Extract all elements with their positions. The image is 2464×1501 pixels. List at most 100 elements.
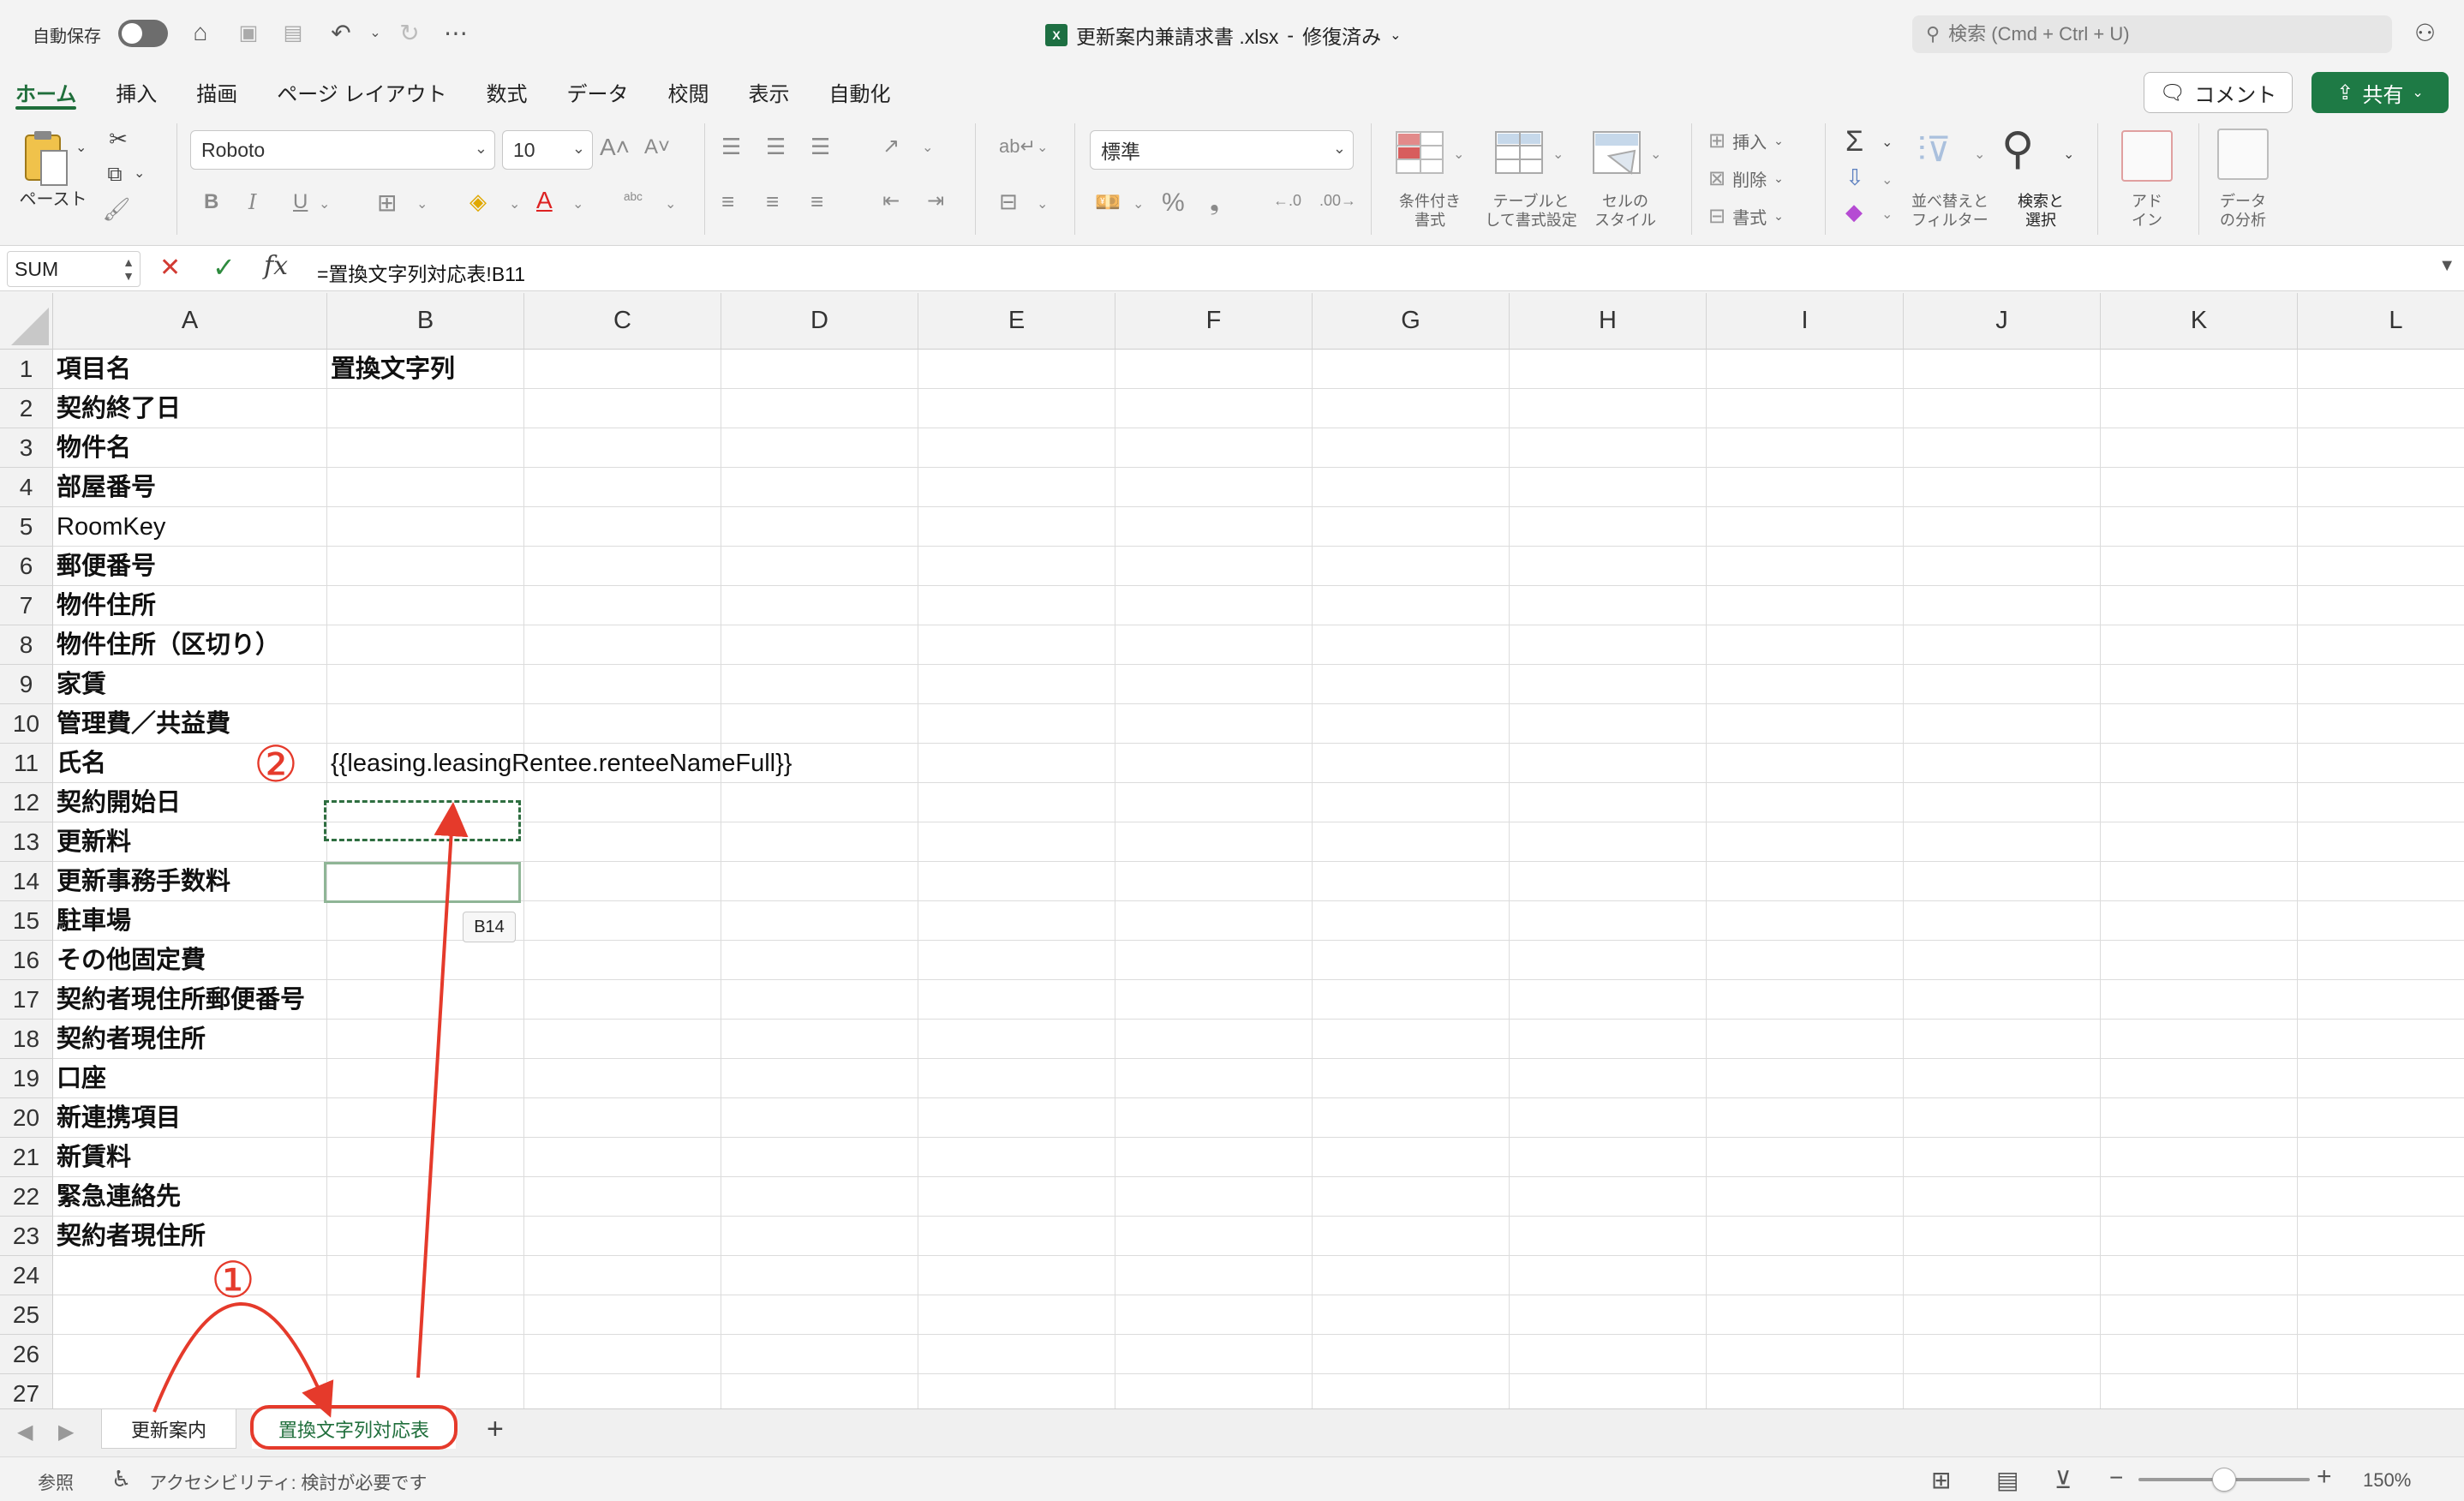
paste-dropdown-icon[interactable]: ⌄ [75,139,87,156]
cell-a3[interactable]: 物件名 [53,428,327,468]
row-header-5[interactable]: 5 [0,507,53,547]
font-name-dropdown[interactable]: Roboto ⌄ [190,130,495,170]
cell-e15[interactable] [918,901,1115,941]
accessibility-status[interactable]: アクセシビリティ: 検討が必要です [149,1469,427,1495]
cell-d27[interactable] [721,1374,918,1408]
cell-b5[interactable] [327,507,524,547]
cell-b13[interactable] [327,822,524,862]
cell-b12[interactable] [327,783,524,822]
document-title[interactable]: X 更新案内兼請求書 .xlsx - 修復済み ⌄ [1045,21,1401,50]
cell-g24[interactable] [1313,1256,1510,1295]
format-as-table-button[interactable] [1494,130,1547,186]
sort-dropdown-icon[interactable]: ⌄ [1974,146,1985,163]
row-header-13[interactable]: 13 [0,822,53,862]
cell-d4[interactable] [721,468,918,507]
cell-l14[interactable] [2298,862,2464,901]
cell-b3[interactable] [327,428,524,468]
cell-d10[interactable] [721,704,918,744]
cell-l26[interactable] [2298,1335,2464,1374]
cell-e1[interactable] [918,350,1115,389]
cell-k7[interactable] [2101,586,2298,625]
cell-f27[interactable] [1115,1374,1313,1408]
cell-l5[interactable] [2298,507,2464,547]
cell-a18[interactable]: 契約者現住所 [53,1020,327,1059]
cell-f24[interactable] [1115,1256,1313,1295]
cell-f17[interactable] [1115,980,1313,1020]
cell-b19[interactable] [327,1059,524,1098]
cell-a6[interactable]: 郵便番号 [53,547,327,586]
cell-g5[interactable] [1313,507,1510,547]
save-as-icon[interactable]: ▤ [276,15,310,50]
currency-icon[interactable]: 💴 [1095,190,1121,215]
column-header-l[interactable]: L [2298,293,2464,350]
cell-a27[interactable] [53,1374,327,1408]
cell-h21[interactable] [1510,1138,1707,1177]
row-header-7[interactable]: 7 [0,586,53,625]
spin-icon[interactable]: ▲ ▼ [123,255,135,283]
cell-b18[interactable] [327,1020,524,1059]
cell-b6[interactable] [327,547,524,586]
cell-a22[interactable]: 緊急連絡先 [53,1177,327,1217]
cell-i24[interactable] [1707,1256,1904,1295]
cell-k8[interactable] [2101,625,2298,665]
cell-c24[interactable] [524,1256,721,1295]
cell-b20[interactable] [327,1098,524,1138]
cell-j25[interactable] [1904,1295,2101,1335]
cell-f4[interactable] [1115,468,1313,507]
cell-j4[interactable] [1904,468,2101,507]
cell-i4[interactable] [1707,468,1904,507]
increase-font-icon[interactable]: A˄ [600,134,630,161]
underline-icon[interactable]: U [293,190,308,214]
cell-k18[interactable] [2101,1020,2298,1059]
cell-e4[interactable] [918,468,1115,507]
cell-c19[interactable] [524,1059,721,1098]
table-dropdown-icon[interactable]: ⌄ [1552,146,1564,163]
cell-l4[interactable] [2298,468,2464,507]
cell-k21[interactable] [2101,1138,2298,1177]
row-header-21[interactable]: 21 [0,1138,53,1177]
cell-h19[interactable] [1510,1059,1707,1098]
row-header-1[interactable]: 1 [0,350,53,389]
cell-l24[interactable] [2298,1256,2464,1295]
cell-j3[interactable] [1904,428,2101,468]
cell-c26[interactable] [524,1335,721,1374]
cell-g19[interactable] [1313,1059,1510,1098]
cell-a11[interactable]: 氏名 [53,744,327,783]
row-header-18[interactable]: 18 [0,1020,53,1059]
comma-icon[interactable]: ❟ [1210,188,1219,217]
cell-c25[interactable] [524,1295,721,1335]
cell-h24[interactable] [1510,1256,1707,1295]
cell-e22[interactable] [918,1177,1115,1217]
merge-dropdown-icon[interactable]: ⌄ [1037,195,1048,212]
cell-f12[interactable] [1115,783,1313,822]
accessibility-icon[interactable]: ♿ [111,1466,131,1492]
cell-i27[interactable] [1707,1374,1904,1408]
cell-g7[interactable] [1313,586,1510,625]
column-header-g[interactable]: G [1313,293,1510,350]
cell-k27[interactable] [2101,1374,2298,1408]
cell-b27[interactable] [327,1374,524,1408]
align-top-icon[interactable]: ☰ [721,134,741,160]
cell-c3[interactable] [524,428,721,468]
zoom-out-icon[interactable]: − [2109,1464,2123,1492]
cell-i20[interactable] [1707,1098,1904,1138]
cell-i8[interactable] [1707,625,1904,665]
percent-icon[interactable]: % [1162,188,1185,218]
cell-a13[interactable]: 更新料 [53,822,327,862]
cell-d21[interactable] [721,1138,918,1177]
cell-k3[interactable] [2101,428,2298,468]
cell-l7[interactable] [2298,586,2464,625]
page-break-view-icon[interactable]: ⊻ [2054,1466,2072,1494]
name-box[interactable]: SUM ▲ ▼ [7,251,141,287]
cell-i19[interactable] [1707,1059,1904,1098]
fill-down-dropdown-icon[interactable]: ⌄ [1881,171,1893,188]
cell-e26[interactable] [918,1335,1115,1374]
cell-g26[interactable] [1313,1335,1510,1374]
cell-g15[interactable] [1313,901,1510,941]
cell-e9[interactable] [918,665,1115,704]
column-header-c[interactable]: C [524,293,721,350]
cell-k23[interactable] [2101,1217,2298,1256]
cell-h17[interactable] [1510,980,1707,1020]
find-dropdown-icon[interactable]: ⌄ [2063,146,2074,163]
cell-l27[interactable] [2298,1374,2464,1408]
